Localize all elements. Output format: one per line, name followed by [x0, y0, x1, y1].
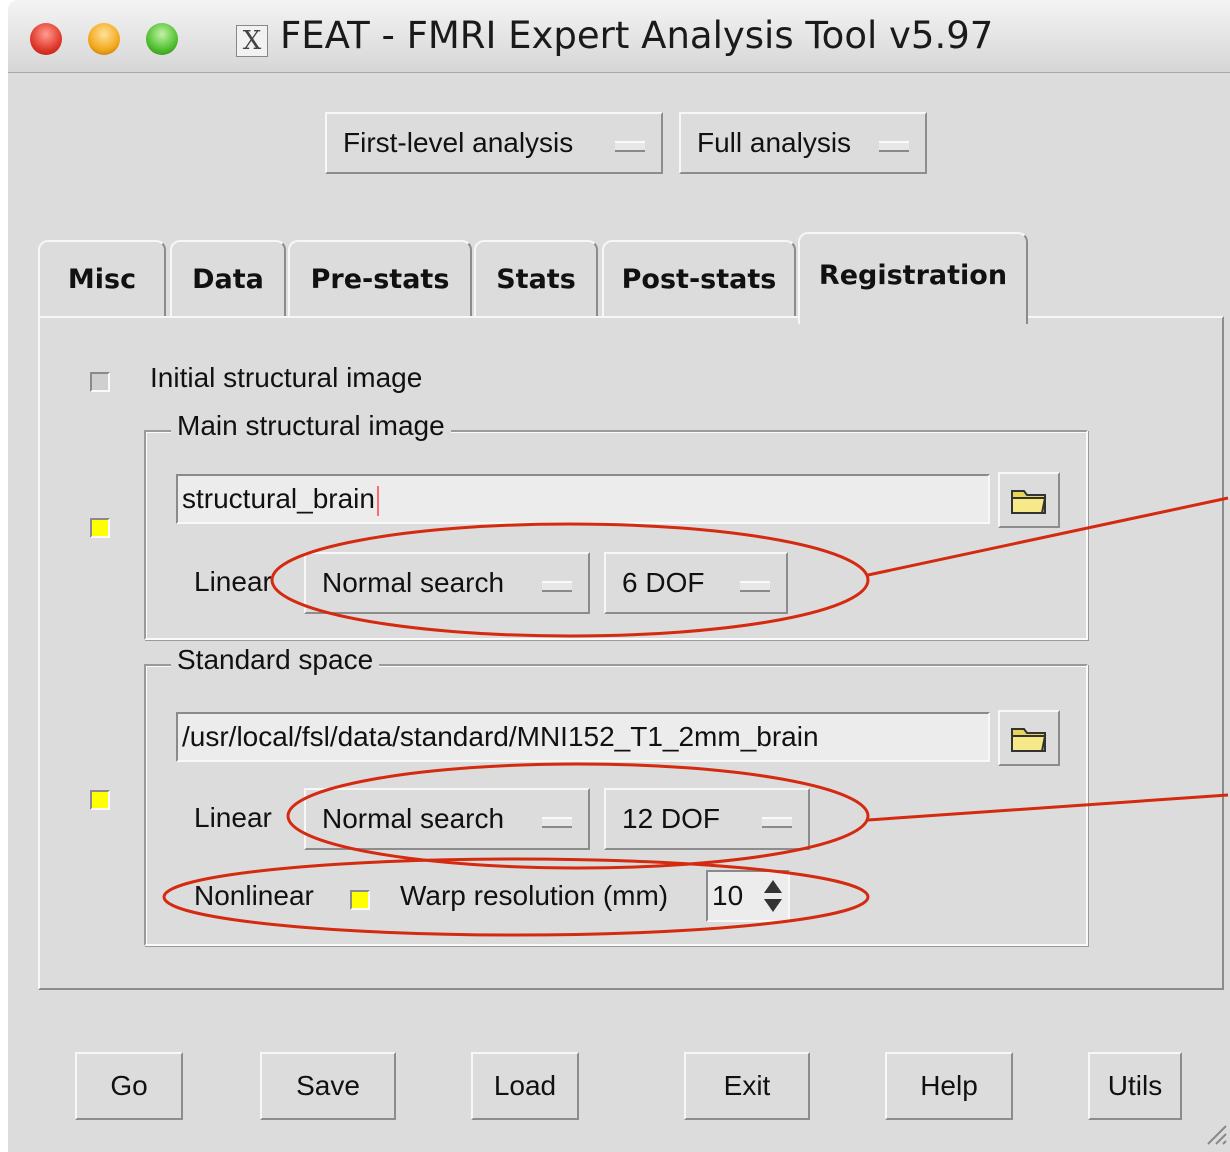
button-label: Load: [493, 1070, 557, 1101]
path-value: /usr/local/fsl/data/standard/MNI152_T1_2…: [182, 721, 819, 752]
text-cursor: [376, 485, 379, 516]
linear-label: Linear: [194, 566, 272, 597]
main-structural-checkbox[interactable]: [90, 518, 110, 538]
button-label: Help: [920, 1070, 978, 1101]
dof-value: 12 DOF: [622, 803, 721, 834]
initial-structural-checkbox[interactable]: [90, 372, 110, 392]
menu-indicator-icon: [542, 817, 572, 828]
folder-icon: [1011, 728, 1047, 752]
standard-search-menu[interactable]: Normal search: [304, 788, 590, 850]
main-dof-menu[interactable]: 6 DOF: [604, 552, 788, 614]
folder-browse-button[interactable]: [998, 710, 1060, 766]
feat-window: X FEAT - FMRI Expert Analysis Tool v5.97…: [8, 0, 1230, 1152]
help-button[interactable]: Help: [885, 1052, 1013, 1120]
standard-space-legend: Standard space: [171, 644, 380, 676]
main-structural-legend: Main structural image: [171, 410, 451, 442]
warp-value: 10: [712, 880, 744, 911]
linear-label: Linear: [194, 802, 272, 833]
search-value: Normal search: [322, 567, 505, 598]
standard-space-checkbox[interactable]: [90, 790, 110, 810]
folder-browse-button[interactable]: [998, 472, 1060, 528]
menu-indicator-icon: [762, 817, 792, 828]
main-search-menu[interactable]: Normal search: [304, 552, 590, 614]
folder-icon: [1011, 490, 1047, 514]
spin-arrows-icon[interactable]: [762, 878, 784, 914]
utils-button[interactable]: Utils: [1088, 1052, 1182, 1120]
initial-structural-label: Initial structural image: [150, 362, 423, 393]
go-button[interactable]: Go: [75, 1052, 183, 1120]
resize-grip-icon[interactable]: [1204, 1122, 1228, 1146]
nonlinear-checkbox[interactable]: [350, 890, 370, 910]
warp-resolution-spinbox[interactable]: 10: [706, 870, 790, 922]
menu-indicator-icon: [740, 581, 770, 592]
save-button[interactable]: Save: [260, 1052, 396, 1120]
button-label: Save: [296, 1070, 360, 1101]
menu-indicator-icon: [542, 581, 572, 592]
standard-space-path-input[interactable]: /usr/local/fsl/data/standard/MNI152_T1_2…: [176, 712, 990, 762]
button-label: Go: [110, 1070, 148, 1101]
main-structural-path-input[interactable]: structural_brain: [176, 474, 990, 524]
standard-dof-menu[interactable]: 12 DOF: [604, 788, 810, 850]
warp-resolution-label: Warp resolution (mm): [400, 880, 669, 911]
button-label: Exit: [723, 1070, 771, 1101]
exit-button[interactable]: Exit: [684, 1052, 810, 1120]
button-label: Utils: [1107, 1070, 1163, 1101]
dof-value: 6 DOF: [622, 567, 705, 598]
search-value: Normal search: [322, 803, 505, 834]
load-button[interactable]: Load: [471, 1052, 579, 1120]
path-value: structural_brain: [182, 483, 375, 514]
nonlinear-label: Nonlinear: [194, 880, 314, 911]
